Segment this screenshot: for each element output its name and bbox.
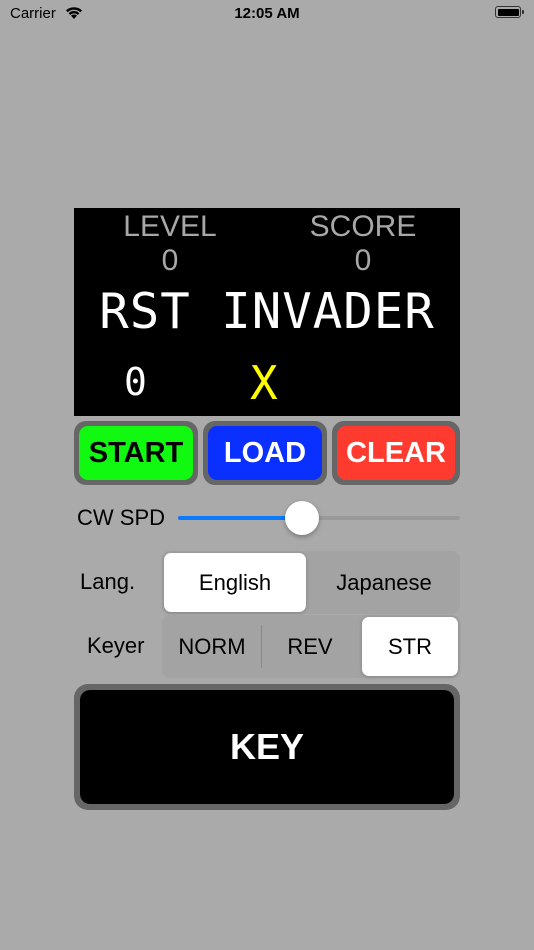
status-time: 12:05 AM xyxy=(234,5,300,22)
segment-norm[interactable]: NORM xyxy=(164,617,260,676)
load-button-frame: LOAD xyxy=(203,421,327,485)
game-display: LEVEL 0 SCORE 0 RST INVADER 0 X xyxy=(74,208,460,416)
language-segmented-control: English Japanese xyxy=(162,551,460,614)
segment-japanese[interactable]: Japanese xyxy=(310,553,458,612)
clear-button[interactable]: CLEAR xyxy=(337,426,455,480)
cw-speed-label: CW SPD xyxy=(77,505,165,530)
score-label: SCORE xyxy=(309,210,417,243)
slider-track-fill xyxy=(178,516,302,520)
status-bar: Carrier 12:05 AM xyxy=(0,0,534,28)
language-label: Lang. xyxy=(80,569,136,594)
key-button[interactable]: KEY xyxy=(80,690,454,804)
segment-english[interactable]: English xyxy=(164,553,306,612)
segment-rev[interactable]: REV xyxy=(262,617,358,676)
slider-thumb[interactable] xyxy=(285,501,319,535)
key-button-frame: KEY xyxy=(74,684,460,810)
input-count: 0 xyxy=(124,360,147,404)
cw-speed-slider[interactable] xyxy=(178,500,460,536)
battery-icon xyxy=(495,6,524,18)
score-value: 0 xyxy=(354,244,372,277)
start-button-frame: START xyxy=(74,421,198,485)
level-value: 0 xyxy=(161,244,179,277)
target-character: X xyxy=(250,356,278,410)
game-title: RST INVADER xyxy=(99,283,435,340)
load-button[interactable]: LOAD xyxy=(208,426,322,480)
keyer-label: Keyer xyxy=(87,633,145,658)
segment-str[interactable]: STR xyxy=(362,617,458,676)
start-button[interactable]: START xyxy=(79,426,193,480)
clear-button-frame: CLEAR xyxy=(332,421,460,485)
level-label: LEVEL xyxy=(123,210,217,243)
keyer-segmented-control: NORM REV STR xyxy=(162,615,460,678)
